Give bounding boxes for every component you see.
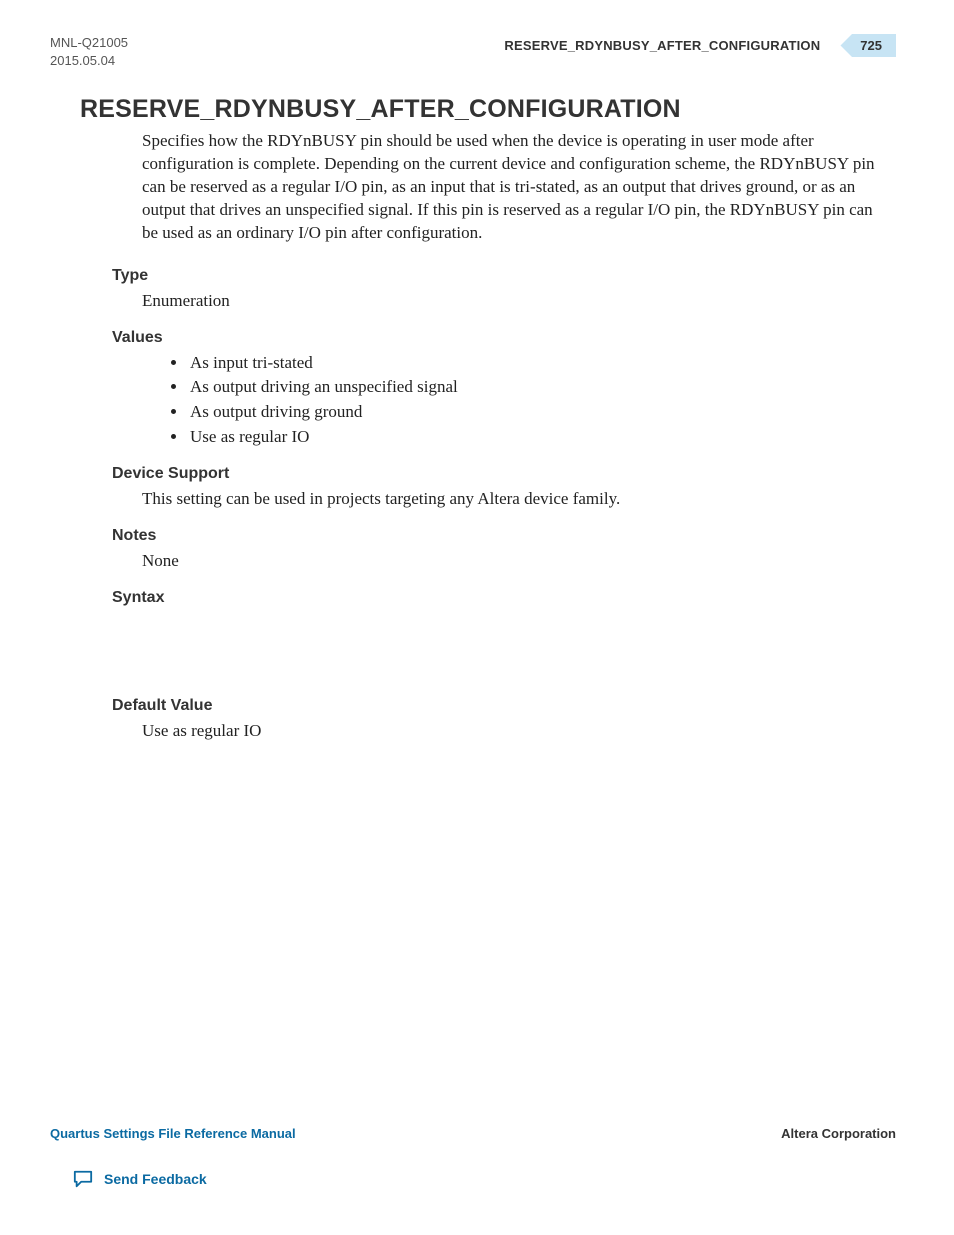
running-title: RESERVE_RDYNBUSY_AFTER_CONFIGURATION — [504, 38, 840, 53]
page-footer: Quartus Settings File Reference Manual A… — [50, 1126, 896, 1189]
feedback-area: Send Feedback — [72, 1169, 896, 1189]
type-label: Type — [112, 267, 896, 285]
list-item: Use as regular IO — [188, 425, 886, 450]
values-label: Values — [112, 329, 896, 347]
doc-date: 2015.05.04 — [50, 52, 128, 70]
page-title: RESERVE_RDYNBUSY_AFTER_CONFIGURATION — [80, 95, 896, 124]
page: MNL-Q21005 2015.05.04 RESERVE_RDYNBUSY_A… — [0, 0, 954, 1235]
list-item: As input tri-stated — [188, 351, 886, 376]
company-name: Altera Corporation — [781, 1126, 896, 1141]
notes-label: Notes — [112, 527, 896, 545]
default-value-label: Default Value — [112, 697, 896, 715]
doc-id: MNL-Q21005 — [50, 34, 128, 52]
intro-paragraph: Specifies how the RDYnBUSY pin should be… — [142, 130, 886, 245]
list-item: As output driving an unspecified signal — [188, 375, 886, 400]
list-item: As output driving ground — [188, 400, 886, 425]
syntax-body — [50, 611, 896, 681]
header-right: RESERVE_RDYNBUSY_AFTER_CONFIGURATION 725 — [504, 34, 896, 57]
header-left: MNL-Q21005 2015.05.04 — [50, 34, 128, 69]
device-support-value: This setting can be used in projects tar… — [142, 487, 886, 511]
default-value: Use as regular IO — [142, 719, 886, 743]
values-list: As input tri-stated As output driving an… — [142, 351, 886, 450]
values-list-container: As input tri-stated As output driving an… — [142, 351, 886, 450]
manual-title-link[interactable]: Quartus Settings File Reference Manual — [50, 1126, 296, 1141]
device-support-label: Device Support — [112, 465, 896, 483]
send-feedback-link[interactable]: Send Feedback — [104, 1171, 207, 1187]
syntax-label: Syntax — [112, 589, 896, 607]
footer-row: Quartus Settings File Reference Manual A… — [50, 1126, 896, 1141]
notes-value: None — [142, 549, 886, 573]
page-header: MNL-Q21005 2015.05.04 RESERVE_RDYNBUSY_A… — [50, 34, 896, 69]
type-value: Enumeration — [142, 289, 886, 313]
page-number-badge: 725 — [840, 34, 896, 57]
speech-bubble-icon — [72, 1169, 94, 1189]
